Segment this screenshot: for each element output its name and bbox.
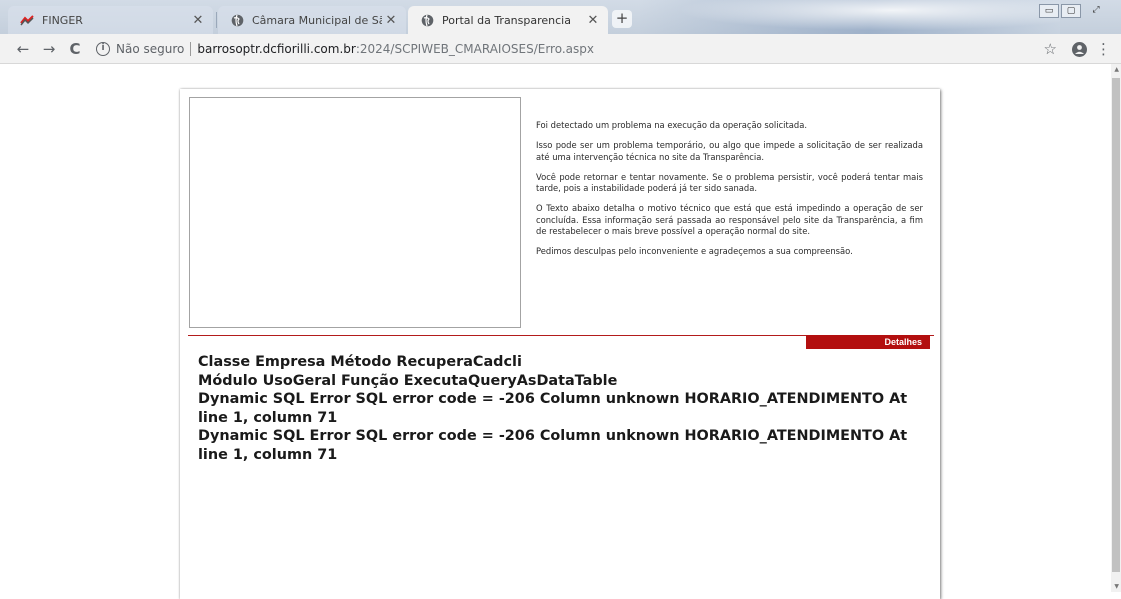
message-paragraph: O Texto abaixo detalha o motivo técnico … [536,203,923,237]
tab-strip: FINGER ✕ Câmara Municipal de São João d … [0,0,1121,34]
close-icon[interactable]: ✕ [584,13,602,28]
address-bar[interactable]: i Não seguro barrosoptr.dcfiorilli.com.b… [96,38,594,60]
tab-camara[interactable]: Câmara Municipal de São João d ✕ [218,6,406,34]
scrollbar-thumb[interactable] [1112,78,1120,572]
message-paragraph: Isso pode ser um problema temporário, ou… [536,140,923,162]
error-line: Módulo UsoGeral Função ExecutaQueryAsDat… [198,372,618,389]
message-paragraph: Você pode retornar e tentar novamente. S… [536,171,923,194]
tab-finger[interactable]: FINGER ✕ [8,6,213,34]
error-line: Classe Empresa Método RecuperaCadcli [198,354,522,370]
forward-arrow-icon[interactable]: → [38,38,60,60]
error-line: Dynamic SQL Error SQL error code = -206 … [198,428,908,463]
url-host[interactable]: barrosoptr.dcfiorilli.com.br [197,42,355,56]
bookmark-star-icon[interactable]: ☆ [1044,38,1057,60]
tab-title: FINGER [42,13,83,27]
error-line: Dynamic SQL Error SQL error code = -206 … [198,391,908,426]
scroll-down-arrow-icon[interactable]: ▼ [1114,583,1119,590]
close-icon[interactable]: ✕ [382,13,400,28]
back-arrow-icon[interactable]: ← [12,38,34,60]
url-path[interactable]: :2024/SCPIWEB_CMARAIOSES/Erro.aspx [356,42,594,56]
scroll-up-arrow-icon[interactable]: ▲ [1114,66,1119,73]
security-label[interactable]: Não seguro [116,42,184,56]
reload-icon[interactable]: C [64,38,86,60]
vertical-scrollbar[interactable]: ▲ ▼ [1111,64,1121,592]
theme-background [640,0,1060,34]
tab-title: Câmara Municipal de São João d [252,13,382,27]
divider [190,42,192,56]
browser-toolbar: ← → C i Não seguro barrosoptr.dcfiorilli… [0,34,1121,64]
new-tab-button[interactable]: + [612,10,632,28]
globe-icon [420,13,434,27]
close-icon[interactable]: ✕ [189,13,207,28]
minimize-button[interactable]: ▭ [1039,4,1059,18]
window-controls: ▭ ▢ ⤢ [1039,4,1109,18]
info-icon[interactable]: i [96,42,110,56]
message-paragraph: Foi detectado um problema na execução da… [536,120,808,130]
maximize-button[interactable]: ▢ [1061,4,1081,18]
tab-separator [216,12,217,28]
close-window-button[interactable]: ⤢ [1083,4,1109,18]
error-card: Foi detectado um problema na execução da… [180,89,940,599]
error-details: Classe Empresa Método RecuperaCadcli Mód… [198,353,933,464]
tab-title: Portal da Transparencia [442,13,571,27]
message-paragraph: Pedimos desculpas pelo inconveniente e a… [536,246,853,257]
globe-icon [230,13,244,27]
details-tab[interactable]: Detalhes [806,335,930,349]
profile-avatar-icon[interactable] [1072,42,1087,57]
finger-logo-icon [20,13,34,27]
tab-portal-transparencia[interactable]: Portal da Transparencia ✕ [408,6,608,34]
menu-kebab-icon[interactable]: ⋮ [1096,38,1111,60]
error-image-placeholder [189,97,521,328]
page-viewport: Foi detectado um problema na execução da… [0,64,1121,599]
error-message: Foi detectado um problema na execução da… [536,120,923,267]
